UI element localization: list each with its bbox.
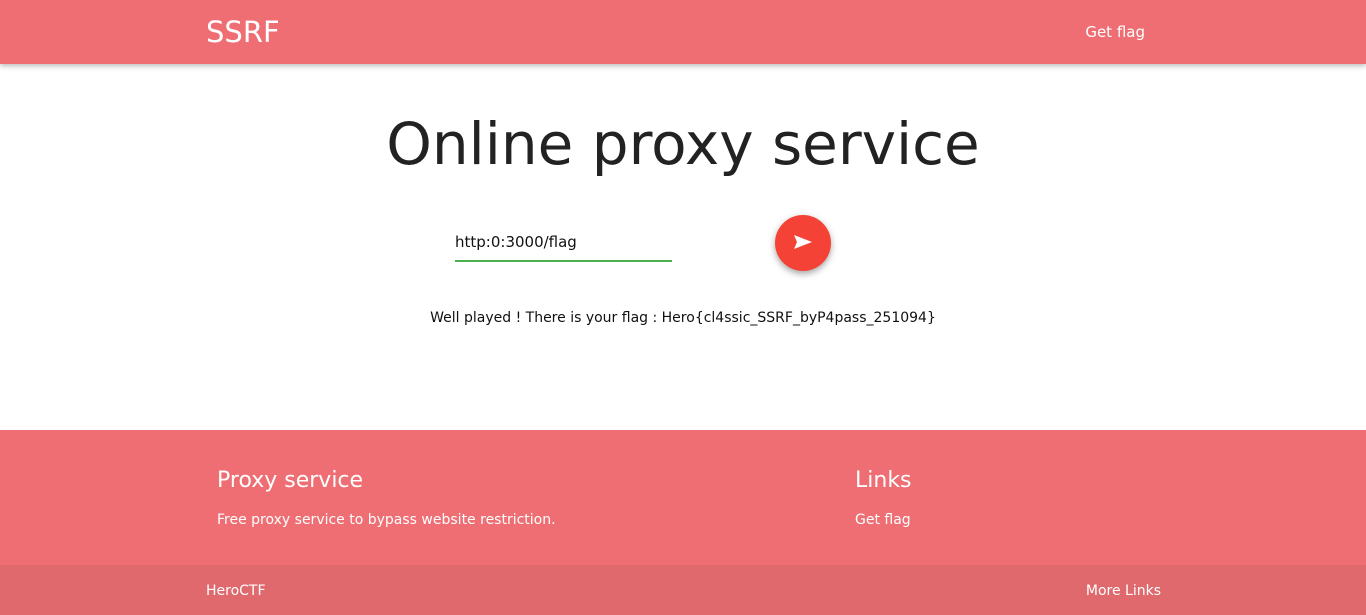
- flag-result-text: Well played ! There is your flag : Hero{…: [430, 310, 936, 326]
- brand-logo[interactable]: SSRF: [206, 14, 280, 50]
- page-footer: Proxy service Free proxy service to bypa…: [0, 430, 1366, 565]
- nav-link-get-flag[interactable]: Get flag: [1085, 22, 1145, 42]
- send-icon: [792, 233, 814, 254]
- footer-link-get-flag[interactable]: Get flag: [855, 510, 911, 530]
- copyright-text: HeroCTF: [206, 583, 266, 599]
- more-links-link[interactable]: More Links: [1086, 581, 1161, 601]
- footer-title-links: Links: [855, 468, 912, 493]
- send-button[interactable]: [775, 215, 831, 271]
- footer-description: Free proxy service to bypass website res…: [217, 512, 556, 528]
- top-navbar: SSRF Get flag: [0, 0, 1366, 64]
- page-title: Online proxy service: [386, 110, 980, 178]
- footer-copyright-bar: HeroCTF More Links: [0, 565, 1366, 615]
- footer-title-proxy-service: Proxy service: [217, 468, 364, 493]
- url-input[interactable]: [455, 224, 672, 262]
